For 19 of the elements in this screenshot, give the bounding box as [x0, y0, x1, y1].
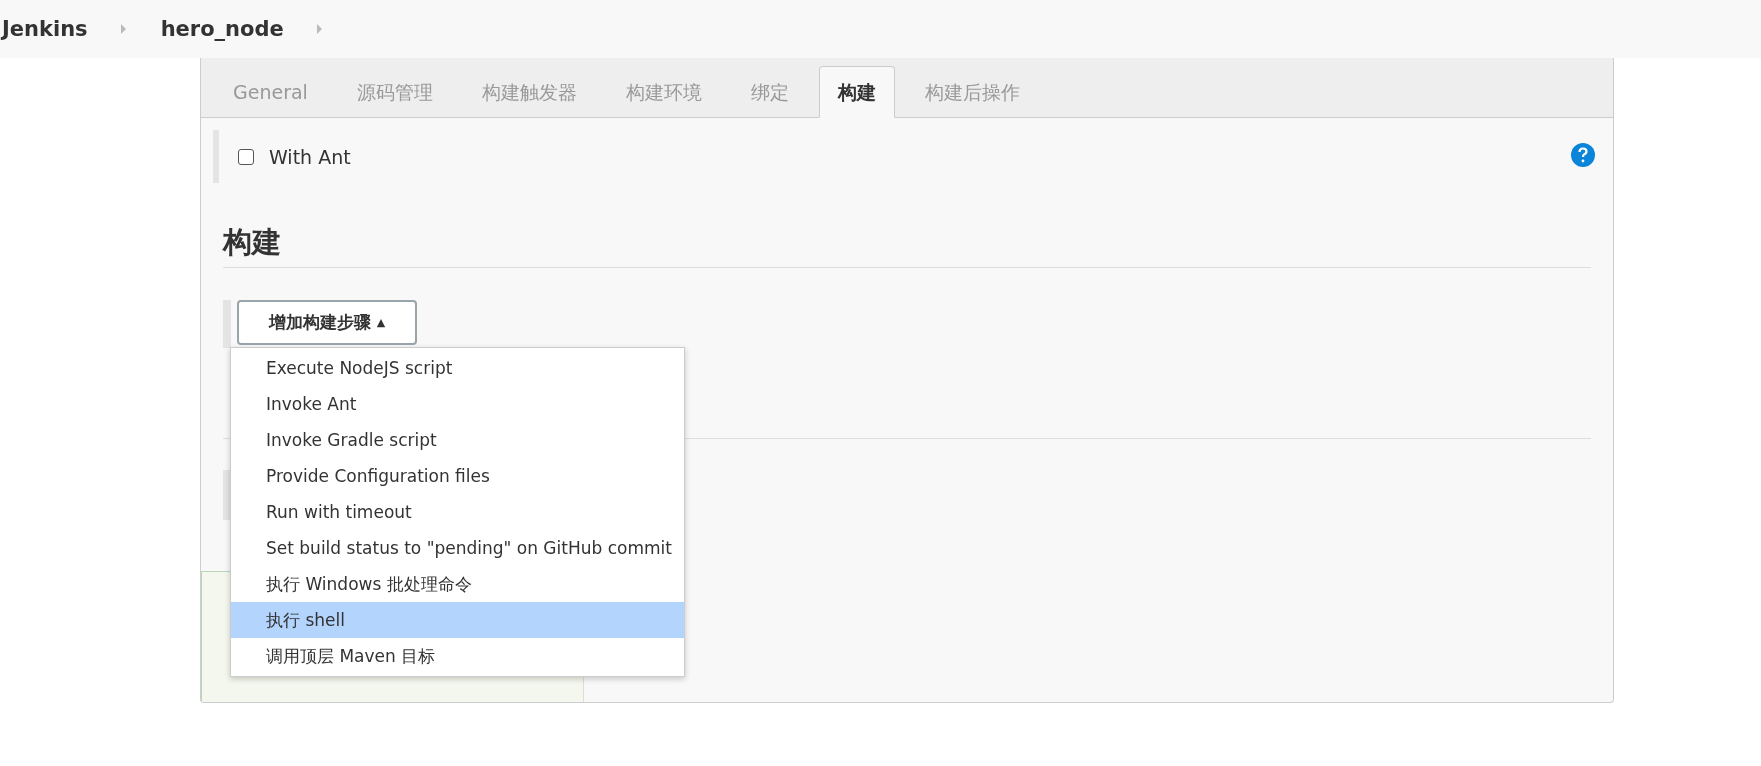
menu-item[interactable]: 执行 Windows 批处理命令 [231, 566, 684, 602]
menu-item[interactable]: Provide Configuration files [231, 458, 684, 494]
section-heading: 构建 [223, 223, 1591, 268]
checkbox-label: With Ant [269, 145, 351, 168]
checkbox[interactable] [238, 148, 254, 165]
menu-item[interactable]: Run with timeout [231, 494, 684, 530]
tab[interactable]: 构建 [818, 66, 895, 118]
menu-item[interactable]: 调用顶层 Maven 目标 [231, 638, 684, 674]
caret-icon: ▲ [376, 316, 386, 329]
menu-item[interactable]: 执行 shell [231, 602, 684, 638]
breadcrumb-link[interactable]: Jenkins [0, 17, 88, 41]
breadcrumb-link[interactable]: hero_node [158, 17, 284, 41]
menu-item[interactable]: Invoke Gradle script [231, 422, 684, 458]
step-handle-bar [223, 300, 231, 348]
menu-item[interactable]: Execute NodeJS script [231, 350, 684, 386]
help-icon[interactable] [1571, 143, 1595, 167]
menu-item[interactable]: Invoke Ant [231, 386, 684, 422]
step-handle-bar [223, 470, 231, 520]
menu-item[interactable]: Set build status to "pending" on GitHub commit [231, 530, 684, 566]
